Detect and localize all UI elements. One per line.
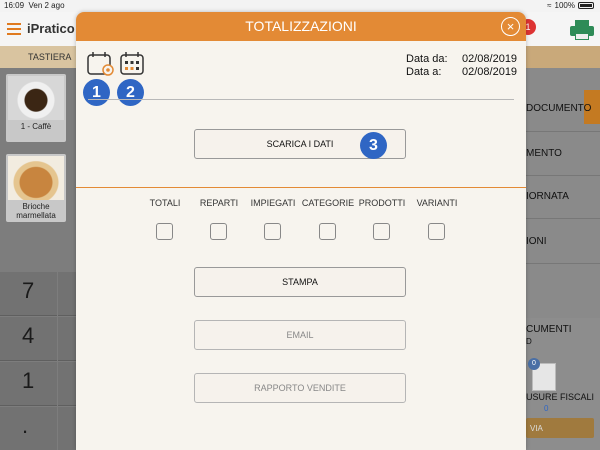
battery-icon	[578, 2, 594, 9]
status-bar: 16:09 Ven 2 ago ≈ 100%	[0, 0, 600, 12]
checkbox-totals[interactable]	[156, 223, 173, 240]
menu-item-2[interactable]: MENTO	[526, 148, 562, 159]
divider	[88, 99, 514, 100]
status-right: ≈ 100%	[547, 1, 594, 10]
left-panel: 1 - Caffè Brioche marmellata 7 4 1 .	[0, 68, 76, 450]
callout-marker-1: 1	[83, 79, 110, 106]
totals-modal: TOTALIZZAZIONI × 1 2 Data da: 02/08/2019…	[76, 12, 526, 450]
checkbox-categories[interactable]	[319, 223, 336, 240]
brioche-image	[8, 156, 64, 200]
document-badge: 0	[528, 358, 540, 370]
date-range: Data da: 02/08/2019 Data a: 02/08/2019	[406, 53, 522, 79]
key-7[interactable]: 7	[0, 272, 57, 316]
checkbox-variants[interactable]	[428, 223, 445, 240]
callout-marker-2: 2	[117, 79, 144, 106]
date-to-value: 02/08/2019	[462, 66, 518, 78]
key-1[interactable]: 1	[0, 362, 57, 406]
product-label: 1 - Caffè	[20, 122, 52, 131]
hamburger-icon[interactable]	[7, 23, 21, 35]
email-button[interactable]: EMAIL	[194, 320, 406, 350]
date-from-row: Data da: 02/08/2019	[406, 53, 522, 66]
print-button[interactable]: STAMPA	[194, 267, 406, 297]
checkbox-employees[interactable]	[264, 223, 281, 240]
product-tile[interactable]: Brioche marmellata	[6, 154, 66, 222]
key-4[interactable]: 4	[0, 317, 57, 361]
fiscal-closures-label: USURE FISCALI	[526, 392, 595, 402]
app-logo: iPratico	[27, 21, 75, 36]
close-icon[interactable]: ×	[501, 17, 520, 36]
status-time-date: 16:09 Ven 2 ago	[4, 1, 65, 10]
key-dot[interactable]: .	[0, 407, 57, 450]
send-button[interactable]: VIA	[526, 418, 594, 438]
sales-report-button[interactable]: RAPPORTO VENDITE	[194, 373, 406, 403]
product-tile[interactable]: 1 - Caffè	[6, 74, 66, 142]
battery-label: 100%	[554, 1, 575, 10]
category-label: VARIANTI	[416, 198, 458, 208]
calendar-settings-icon[interactable]	[86, 50, 116, 78]
fiscal-closures-count: 0	[544, 404, 549, 413]
document-icon[interactable]: 0	[528, 358, 556, 391]
tab-keyboard[interactable]: TASTIERA	[0, 46, 76, 68]
date-to-row: Data a: 02/08/2019	[406, 66, 522, 79]
right-panel: DOCUMENTO MENTO IORNATA IONI CUMENTI D 0…	[520, 68, 600, 450]
documents-subtitle: D	[526, 337, 532, 346]
menu-item-4[interactable]: IONI	[526, 236, 547, 247]
checkbox-departments[interactable]	[210, 223, 227, 240]
documents-title: CUMENTI	[526, 324, 572, 335]
checkbox-products[interactable]	[373, 223, 390, 240]
modal-title: TOTALIZZAZIONI	[245, 18, 357, 34]
coffee-image	[8, 76, 64, 120]
divider-accent	[76, 187, 526, 188]
date-to-label: Data a:	[406, 66, 442, 78]
calendar-grid-icon[interactable]	[118, 50, 148, 78]
menu-item-day[interactable]: IORNATA	[526, 191, 569, 202]
wifi-icon: ≈	[547, 1, 552, 10]
send-label: VIA	[530, 424, 543, 433]
date-from-label: Data da:	[406, 53, 448, 65]
menu-item-document[interactable]: DOCUMENTO	[526, 103, 591, 114]
product-label: Brioche marmellata	[16, 202, 56, 220]
callout-marker-3: 3	[360, 132, 387, 159]
printer-icon[interactable]	[570, 20, 594, 40]
date-from-value: 02/08/2019	[462, 53, 518, 65]
